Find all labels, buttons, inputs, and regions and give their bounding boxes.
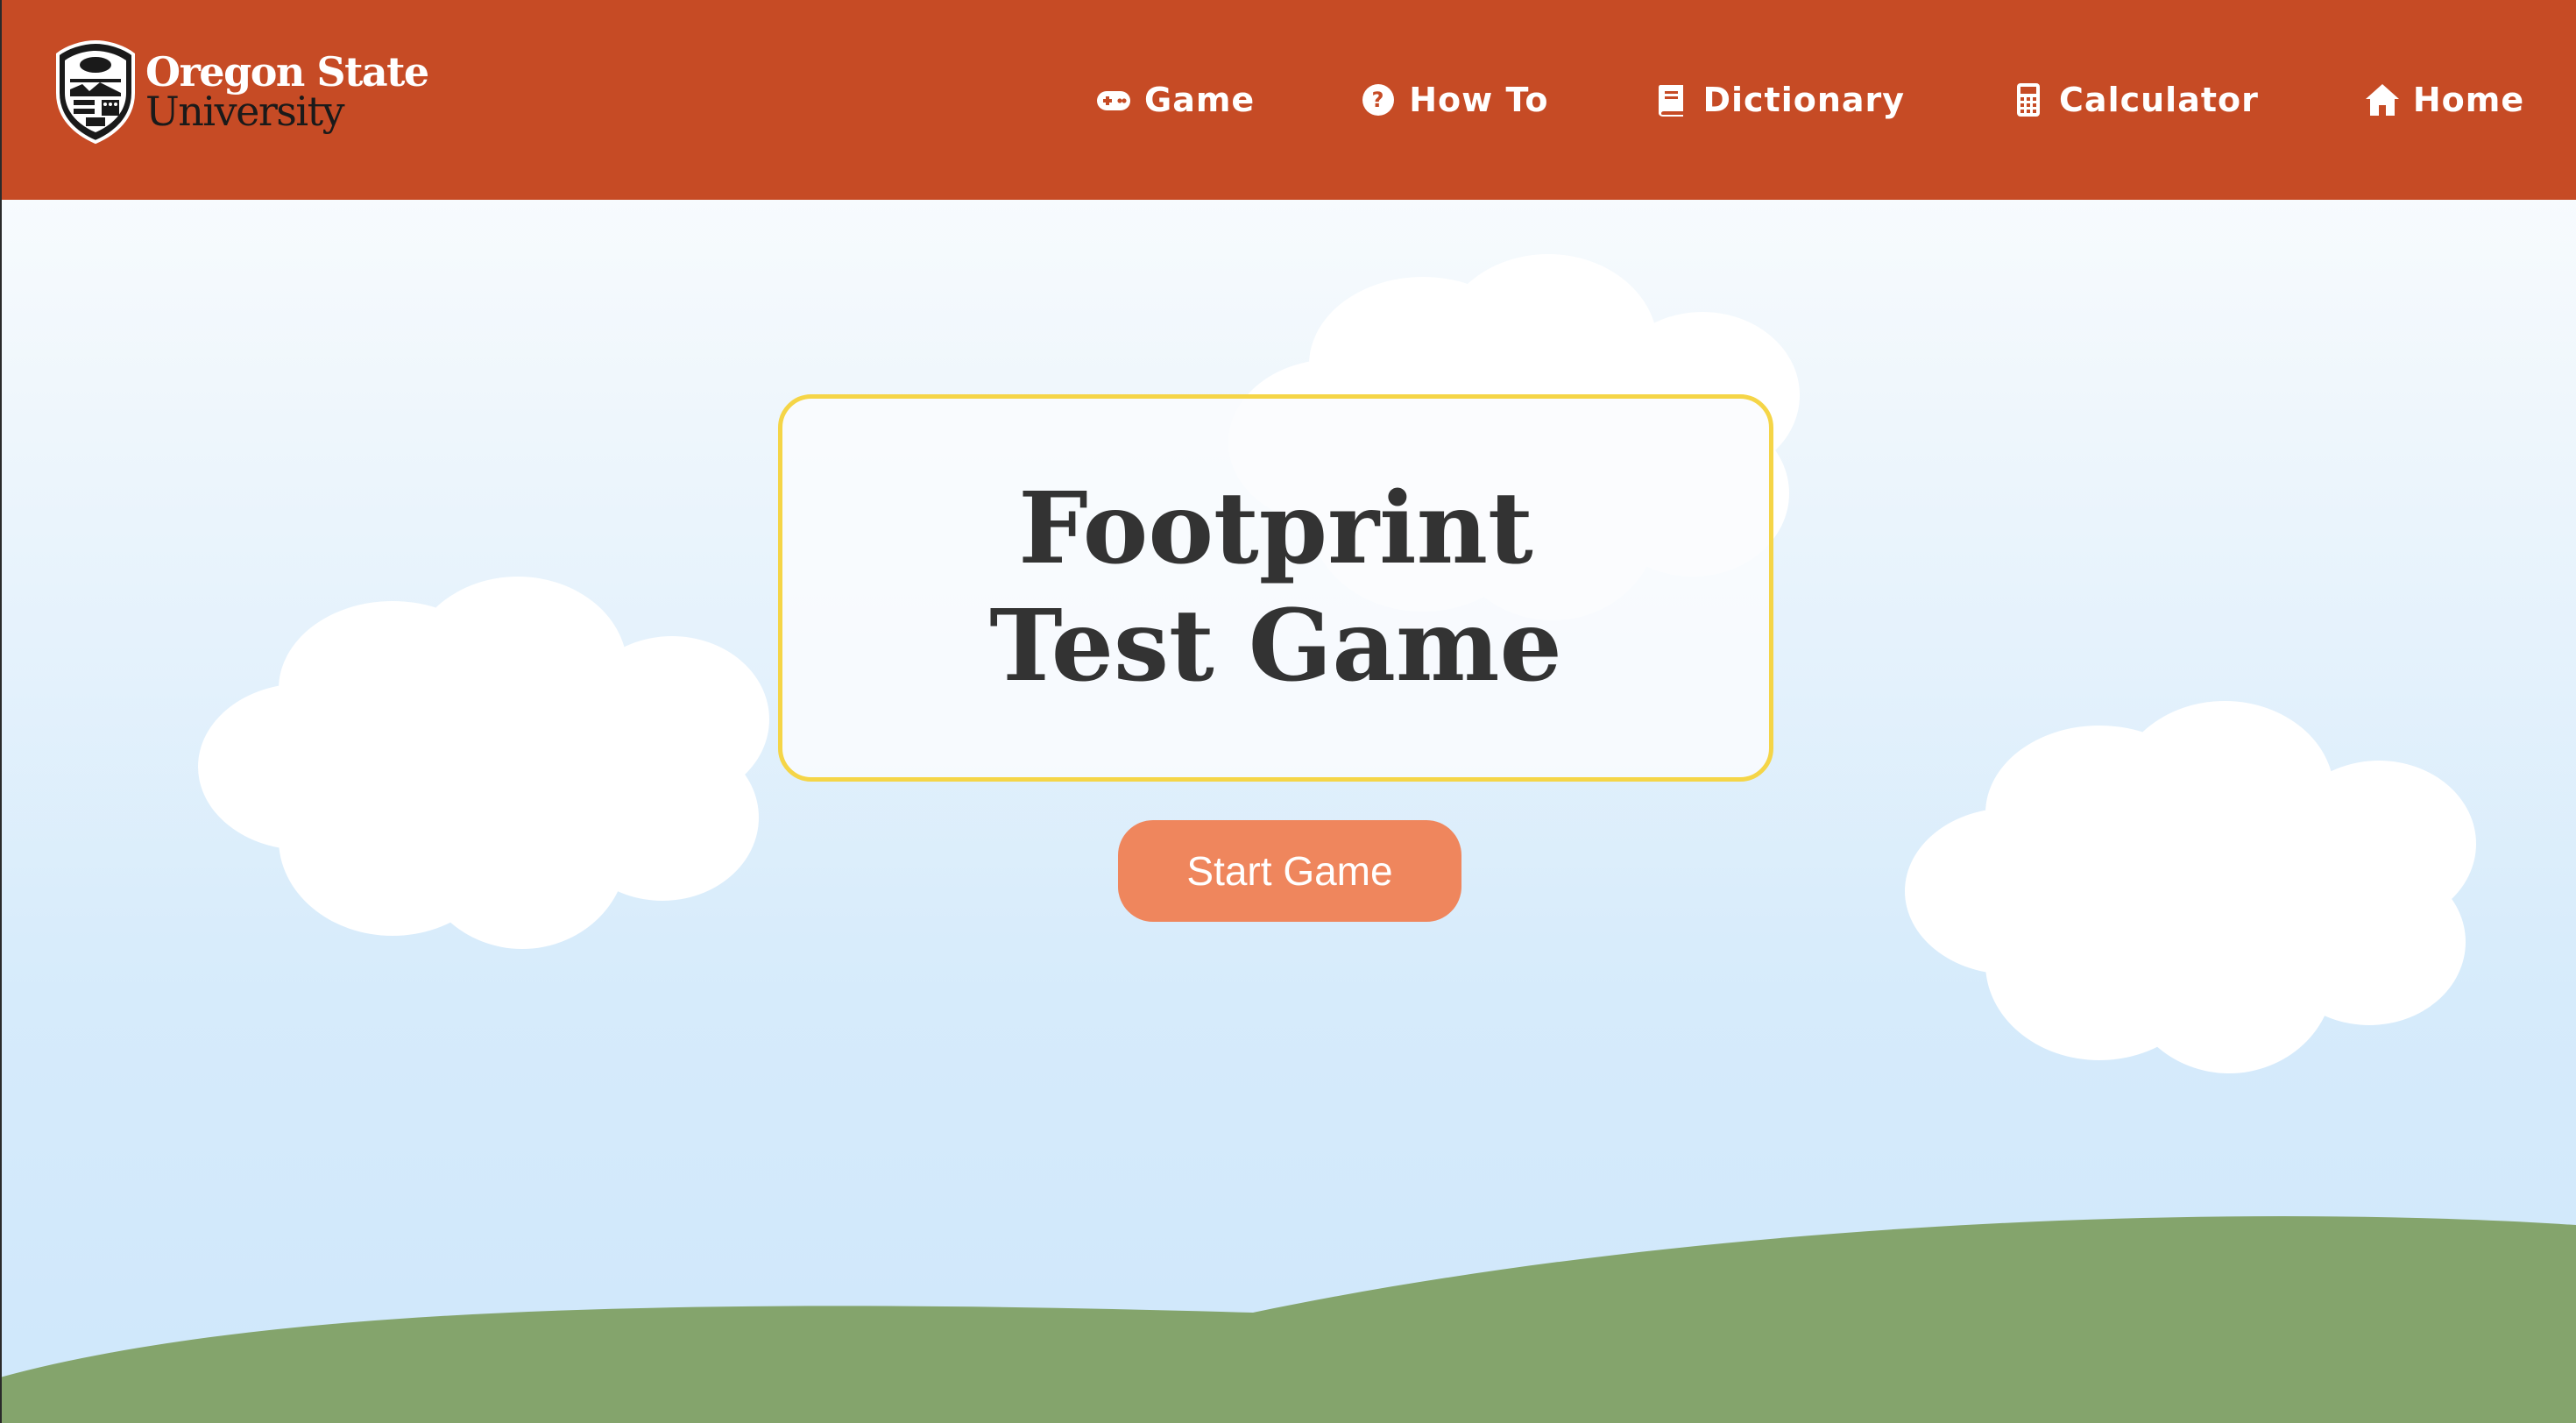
site-header: Oregon State University Game ? How To Di…	[0, 0, 2576, 200]
logo-line-2: University	[145, 88, 345, 135]
nav-game[interactable]: Game	[1095, 74, 1255, 126]
page-title: Footprint Test Game	[989, 471, 1562, 704]
main-nav: Game ? How To Dictionary Calculator Home	[1095, 74, 2524, 126]
osu-shield-icon	[56, 39, 135, 145]
nav-dictionary[interactable]: Dictionary	[1653, 74, 1905, 126]
nav-game-label: Game	[1144, 81, 1256, 119]
cloud-left	[198, 577, 769, 949]
start-game-button[interactable]: Start Game	[1118, 820, 1461, 922]
calculator-icon	[2017, 83, 2041, 117]
nav-how-to-label: How To	[1409, 81, 1549, 119]
nav-calculator-label: Calculator	[2059, 81, 2259, 119]
home-icon	[2365, 84, 2399, 116]
book-icon	[1659, 85, 1684, 117]
svg-text:?: ?	[1372, 88, 1385, 112]
gamepad-icon	[1097, 91, 1130, 110]
question-circle-icon: ?	[1362, 84, 1395, 116]
logo-line-1: Oregon State	[145, 47, 429, 96]
nav-calculator[interactable]: Calculator	[2010, 74, 2259, 126]
nav-home-label: Home	[2412, 81, 2525, 119]
nav-dictionary-label: Dictionary	[1702, 81, 1906, 119]
grass-hills	[0, 1215, 2576, 1423]
cloud-right	[1905, 701, 2476, 1073]
nav-home[interactable]: Home	[2364, 74, 2524, 126]
osu-wordmark: Oregon State University	[145, 47, 429, 135]
osu-logo[interactable]: Oregon State University	[54, 37, 429, 147]
nav-how-to[interactable]: ? How To	[1360, 74, 1548, 126]
title-card: Footprint Test Game	[778, 394, 1773, 782]
